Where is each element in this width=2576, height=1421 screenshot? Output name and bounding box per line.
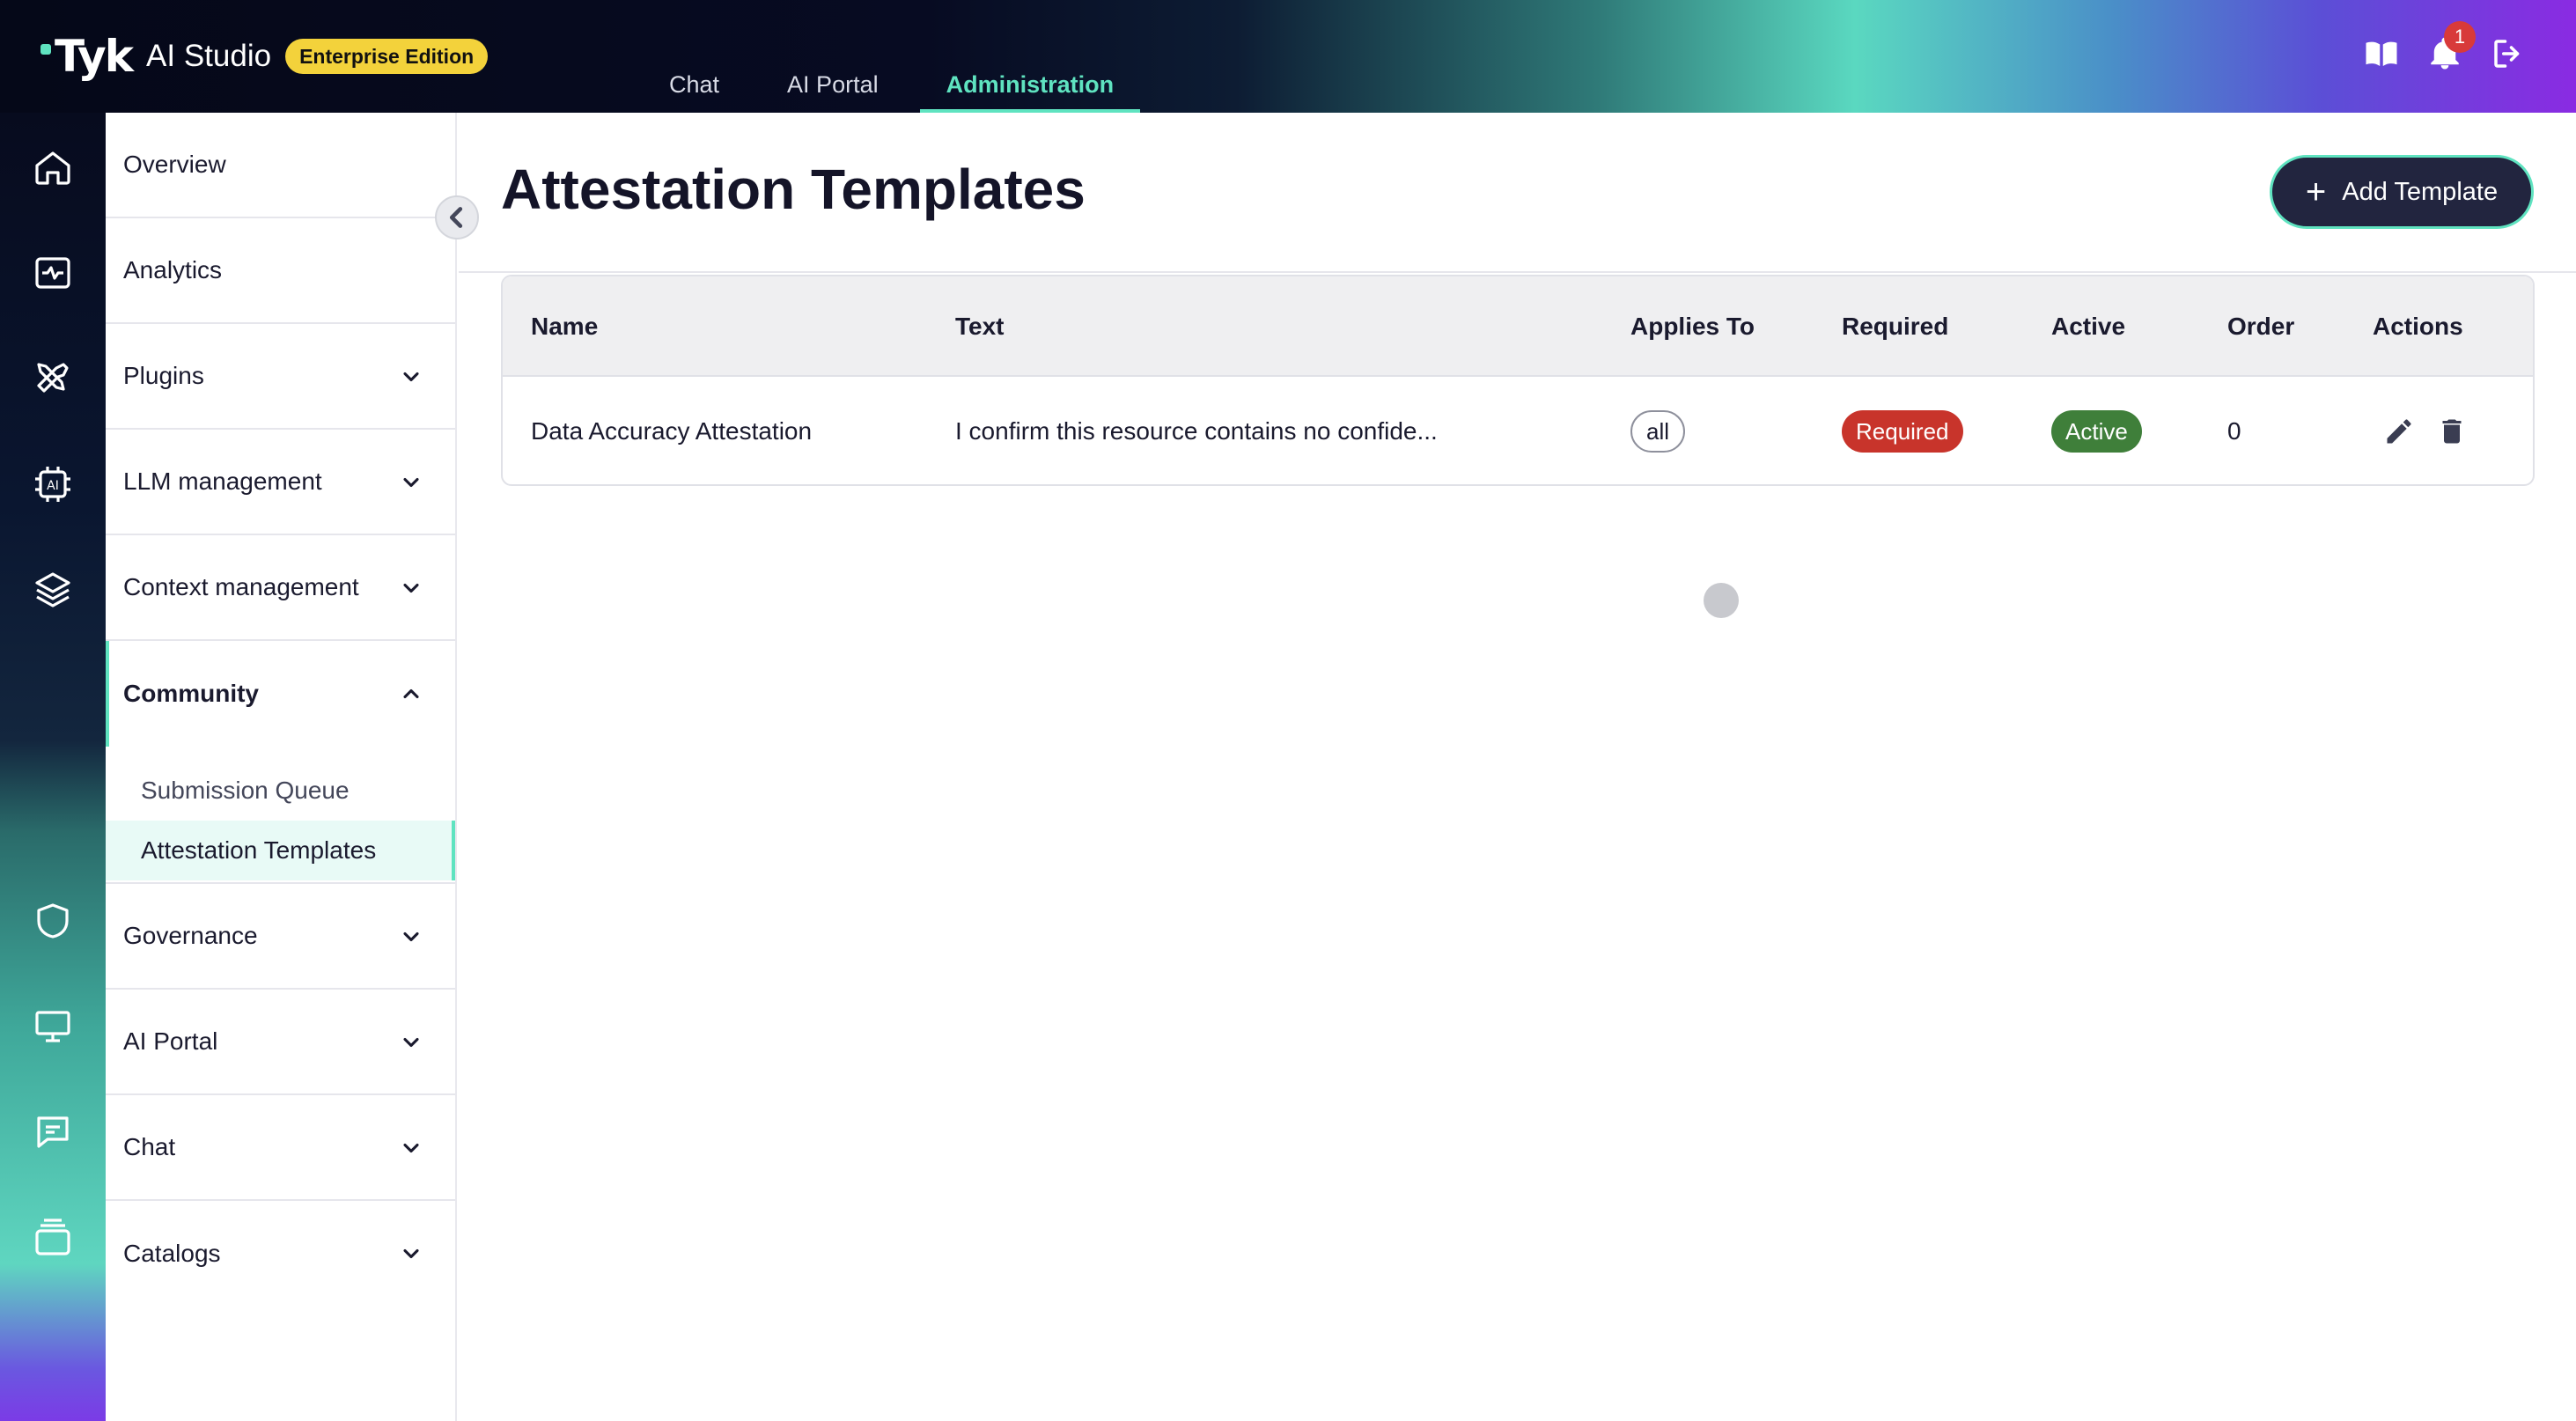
home-icon[interactable] — [32, 146, 74, 188]
chevron-down-icon — [403, 931, 419, 942]
column-header-applies-to[interactable]: Applies To — [1630, 276, 1755, 377]
sidebar-item-label: Analytics — [123, 256, 223, 283]
notification-bell-icon[interactable]: 1 — [2426, 21, 2476, 72]
edition-badge: Enterprise Edition — [285, 39, 489, 74]
monitor-icon[interactable] — [32, 1005, 74, 1048]
sidebar-item-llm-management[interactable]: LLM management — [106, 430, 455, 535]
sidebar-item-label: Governance — [123, 922, 258, 949]
top-nav-chat[interactable]: Chat — [669, 62, 719, 113]
page-title: Attestation Templates — [501, 158, 1086, 221]
sidebar-item-plugins[interactable]: Plugins — [106, 324, 455, 430]
logo[interactable]: Tyk AI Studio Enterprise Edition — [40, 30, 489, 83]
table-header: Name Text Applies To Required Active Ord… — [503, 276, 2533, 377]
sidebar-item-label: Catalogs — [123, 1240, 221, 1267]
sidebar-subitem-submission-queue[interactable]: Submission Queue — [106, 761, 455, 821]
logo-tyk-text: Tyk — [55, 31, 134, 82]
delete-trash-icon[interactable] — [2436, 416, 2468, 447]
collapse-sidebar-button[interactable] — [435, 195, 479, 239]
add-template-button[interactable]: + Add Template — [2270, 155, 2534, 229]
chevron-down-icon — [403, 477, 419, 488]
plus-icon: + — [2305, 173, 2327, 211]
sidebar-item-overview[interactable]: Overview — [106, 113, 455, 218]
logo-dot — [40, 44, 51, 55]
sidebar-item-chat[interactable]: Chat — [106, 1095, 455, 1201]
notification-count-badge: 1 — [2444, 21, 2476, 53]
admin-sidebar: Overview Analytics Plugins LLM managemen… — [106, 113, 457, 1421]
product-name: AI Studio — [146, 39, 272, 73]
cell-name: Data Accuracy Attestation — [531, 417, 813, 445]
sidebar-item-ai-portal[interactable]: AI Portal — [106, 990, 455, 1095]
chevron-down-icon — [403, 583, 419, 593]
cell-order: 0 — [2227, 417, 2241, 445]
top-actions: 1 — [2337, 21, 2527, 72]
active-badge: Active — [2051, 410, 2142, 453]
sidebar-item-label: Plugins — [123, 362, 204, 389]
community-submenu: Submission Queue Attestation Templates — [106, 747, 455, 884]
column-header-name[interactable]: Name — [531, 276, 598, 377]
sidebar-item-catalogs[interactable]: Catalogs — [106, 1201, 455, 1307]
top-nav-administration[interactable]: Administration — [919, 62, 1140, 113]
sidebar-subitem-attestation-templates[interactable]: Attestation Templates — [106, 821, 455, 880]
svg-text:AI: AI — [47, 479, 59, 493]
required-badge: Required — [1842, 410, 1963, 453]
docs-book-icon[interactable] — [2363, 35, 2400, 72]
sidebar-item-analytics[interactable]: Analytics — [106, 218, 455, 324]
edit-pencil-icon[interactable] — [2383, 416, 2415, 447]
chevron-down-icon — [403, 372, 419, 382]
shield-icon[interactable] — [32, 900, 74, 942]
column-header-text[interactable]: Text — [955, 276, 1005, 377]
sidebar-item-governance[interactable]: Governance — [106, 884, 455, 990]
main-content: Attestation Templates + Add Template Nam… — [459, 113, 2576, 1421]
column-header-actions: Actions — [2373, 313, 2463, 340]
top-nav-ai-portal[interactable]: AI Portal — [787, 62, 879, 113]
cell-text: I confirm this resource contains no conf… — [955, 417, 1438, 445]
analytics-icon[interactable] — [32, 252, 74, 294]
sidebar-item-label: Community — [123, 680, 259, 707]
header-divider — [459, 271, 2576, 273]
chevron-down-icon — [403, 1248, 419, 1259]
chevron-up-icon — [403, 688, 419, 699]
icon-rail: AI — [0, 113, 106, 1421]
add-template-label: Add Template — [2342, 177, 2499, 206]
top-bar: Tyk AI Studio Enterprise Edition Chat AI… — [0, 0, 2576, 113]
table-row[interactable]: Data Accuracy Attestation I confirm this… — [503, 377, 2533, 484]
sidebar-item-label: Context management — [123, 573, 359, 600]
chevron-down-icon — [403, 1037, 419, 1048]
chevron-left-icon — [449, 207, 463, 228]
sidebar-item-label: Chat — [123, 1133, 176, 1160]
logout-icon[interactable] — [2490, 35, 2527, 72]
column-header-active[interactable]: Active — [2051, 276, 2125, 377]
chevron-down-icon — [403, 1143, 419, 1153]
ai-chip-icon[interactable]: AI — [32, 463, 74, 505]
chat-icon[interactable] — [32, 1111, 74, 1153]
sidebar-item-label: AI Portal — [123, 1027, 218, 1055]
attestation-templates-table: Name Text Applies To Required Active Ord… — [501, 275, 2535, 486]
sidebar-item-label: LLM management — [123, 468, 322, 495]
applies-to-chip: all — [1630, 410, 1686, 453]
loading-spinner — [1704, 583, 1739, 618]
tools-icon[interactable] — [32, 357, 74, 400]
column-header-order[interactable]: Order — [2227, 276, 2294, 377]
column-header-required[interactable]: Required — [1842, 276, 1948, 377]
sidebar-item-context-management[interactable]: Context management — [106, 535, 455, 641]
layers-icon[interactable] — [32, 569, 74, 611]
top-nav: Chat AI Portal Administration — [669, 62, 1181, 113]
sidebar-item-community[interactable]: Community — [106, 641, 455, 747]
sidebar-item-label: Overview — [123, 151, 226, 178]
catalog-icon[interactable] — [32, 1217, 74, 1259]
